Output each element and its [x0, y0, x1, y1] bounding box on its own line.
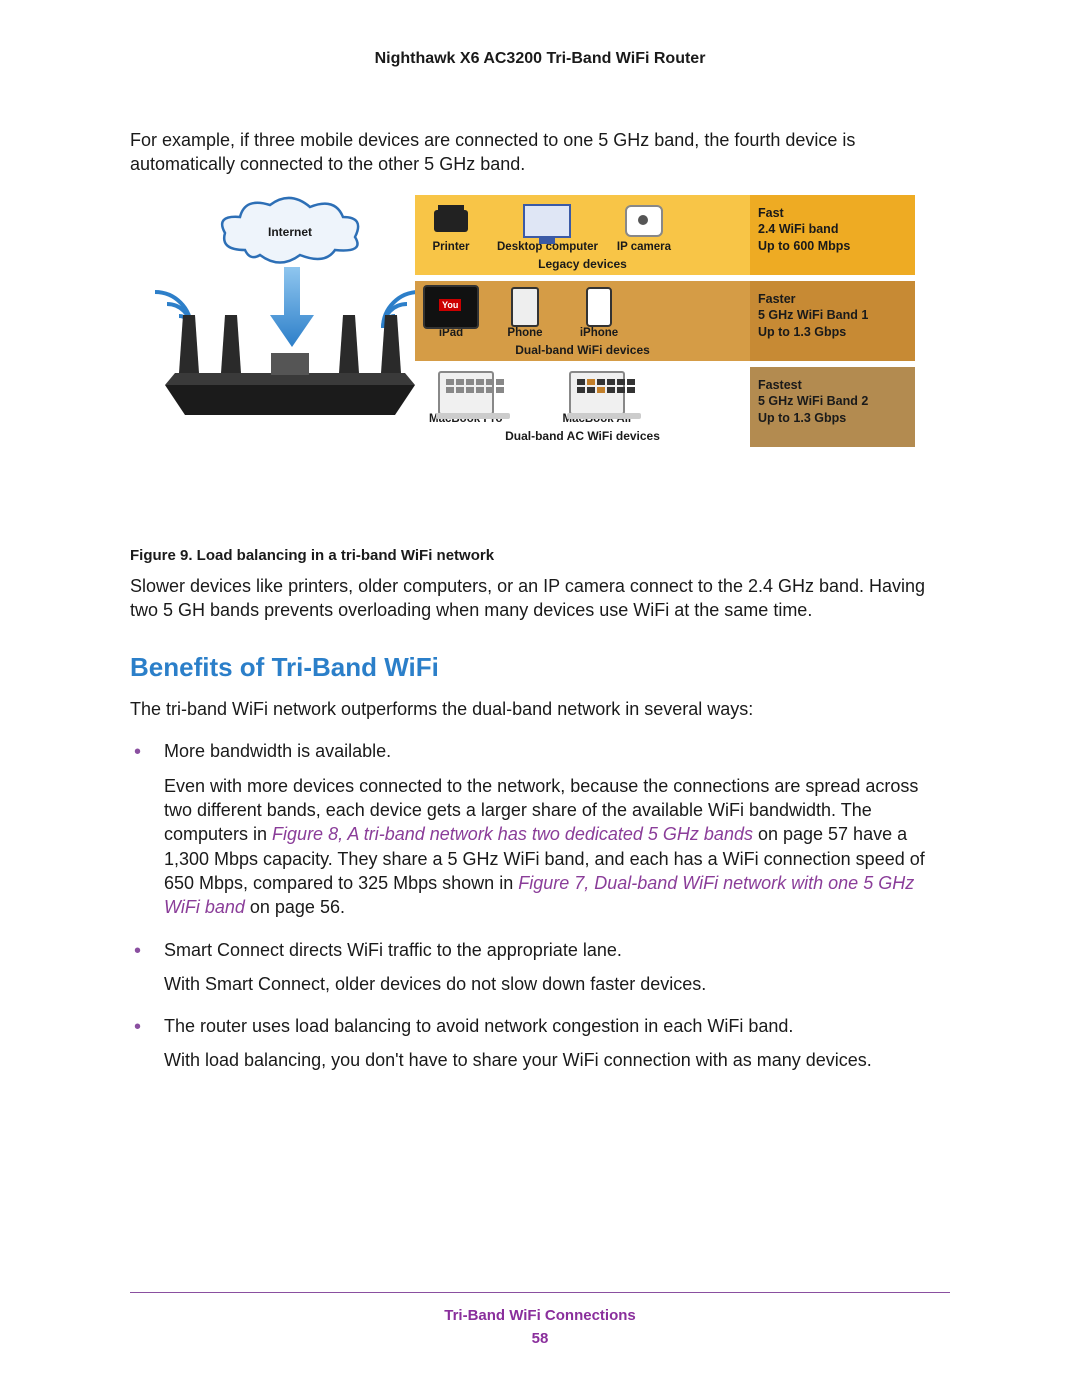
- bullet-body: With load balancing, you don't have to s…: [164, 1048, 950, 1072]
- list-item: The router uses load balancing to avoid …: [130, 1014, 950, 1073]
- figure-9: Internet: [155, 195, 915, 533]
- group-dualband-ac-devices: Dual-band AC WiFi devices: [423, 429, 742, 443]
- speed-rate: Up to 1.3 Gbps: [758, 324, 907, 341]
- page-number: 58: [130, 1330, 950, 1347]
- band-speed-info: Fastest 5 GHz WiFi Band 2 Up to 1.3 Gbps: [750, 367, 915, 447]
- band-speed-info: Fast 2.4 WiFi band Up to 600 Mbps: [750, 195, 915, 275]
- speed-band: 2.4 WiFi band: [758, 221, 907, 238]
- list-item: Smart Connect directs WiFi traffic to th…: [130, 938, 950, 997]
- band-2-4ghz: Printer Desktop computer IP camera Legac…: [415, 195, 915, 275]
- camera-icon: [625, 205, 663, 237]
- bullet-lead: Smart Connect directs WiFi traffic to th…: [164, 938, 950, 962]
- laptop-icon: [438, 371, 494, 415]
- speed-band: 5 GHz WiFi Band 1: [758, 307, 907, 324]
- speed-title: Fast: [758, 205, 907, 222]
- device-printer: Printer: [423, 201, 479, 253]
- band-stack: Printer Desktop computer IP camera Legac…: [415, 195, 915, 533]
- footer-section: Tri-Band WiFi Connections: [130, 1307, 950, 1324]
- band-5ghz-2: MacBook Pro MacBook Air Dual-band AC WiF…: [415, 367, 915, 447]
- phone-icon: [586, 287, 612, 327]
- figure-caption: Figure 9. Load balancing in a tri-band W…: [130, 547, 950, 564]
- bullet-lead: The router uses load balancing to avoid …: [164, 1014, 950, 1038]
- group-legacy-devices: Legacy devices: [423, 257, 742, 271]
- monitor-icon: [523, 204, 571, 238]
- list-item: More bandwidth is available. Even with m…: [130, 739, 950, 919]
- cloud-icon: Internet: [215, 195, 365, 270]
- device-macbookpro: MacBook Pro: [429, 373, 503, 425]
- device-label: Phone: [507, 327, 542, 339]
- device-label: Printer: [432, 241, 469, 253]
- router-icon: [155, 315, 425, 425]
- printer-icon: [434, 210, 468, 232]
- router-column: Internet: [155, 195, 415, 420]
- device-iphone: iPhone: [571, 287, 627, 339]
- band-5ghz-1: iPad Phone iPhone Dual-band WiFi devices: [415, 281, 915, 361]
- device-desktop: Desktop computer: [497, 201, 598, 253]
- speed-rate: Up to 600 Mbps: [758, 238, 907, 255]
- bullet-body: With Smart Connect, older devices do not…: [164, 972, 950, 996]
- phone-icon: [511, 287, 539, 327]
- intro-paragraph: For example, if three mobile devices are…: [130, 128, 950, 177]
- doc-title: Nighthawk X6 AC3200 Tri-Band WiFi Router: [130, 50, 950, 68]
- device-ipcamera: IP camera: [616, 201, 672, 253]
- section-intro: The tri-band WiFi network outperforms th…: [130, 697, 950, 721]
- text: on page 56.: [245, 897, 345, 917]
- after-figure-paragraph: Slower devices like printers, older comp…: [130, 574, 950, 623]
- section-heading: Benefits of Tri-Band WiFi: [130, 652, 950, 683]
- speed-band: 5 GHz WiFi Band 2: [758, 393, 907, 410]
- cross-reference[interactable]: Figure 8, A tri-band network has two ded…: [272, 824, 753, 844]
- internet-label: Internet: [215, 225, 365, 239]
- bullet-lead: More bandwidth is available.: [164, 739, 950, 763]
- speed-rate: Up to 1.3 Gbps: [758, 410, 907, 427]
- laptop-icon: [569, 371, 625, 415]
- group-dualband-devices: Dual-band WiFi devices: [423, 343, 742, 357]
- device-phone: Phone: [497, 287, 553, 339]
- bullet-body: Even with more devices connected to the …: [164, 774, 950, 920]
- tablet-icon: [423, 285, 479, 329]
- document-page: Nighthawk X6 AC3200 Tri-Band WiFi Router…: [0, 0, 1080, 1397]
- benefits-list: More bandwidth is available. Even with m…: [130, 739, 950, 1072]
- band-speed-info: Faster 5 GHz WiFi Band 1 Up to 1.3 Gbps: [750, 281, 915, 361]
- device-label: iPhone: [580, 327, 618, 339]
- device-macbookair: MacBook Air: [563, 373, 633, 425]
- page-footer: Tri-Band WiFi Connections 58: [130, 1292, 950, 1347]
- speed-title: Faster: [758, 291, 907, 308]
- speed-title: Fastest: [758, 377, 907, 394]
- device-label: IP camera: [617, 241, 671, 253]
- device-ipad: iPad: [423, 287, 479, 339]
